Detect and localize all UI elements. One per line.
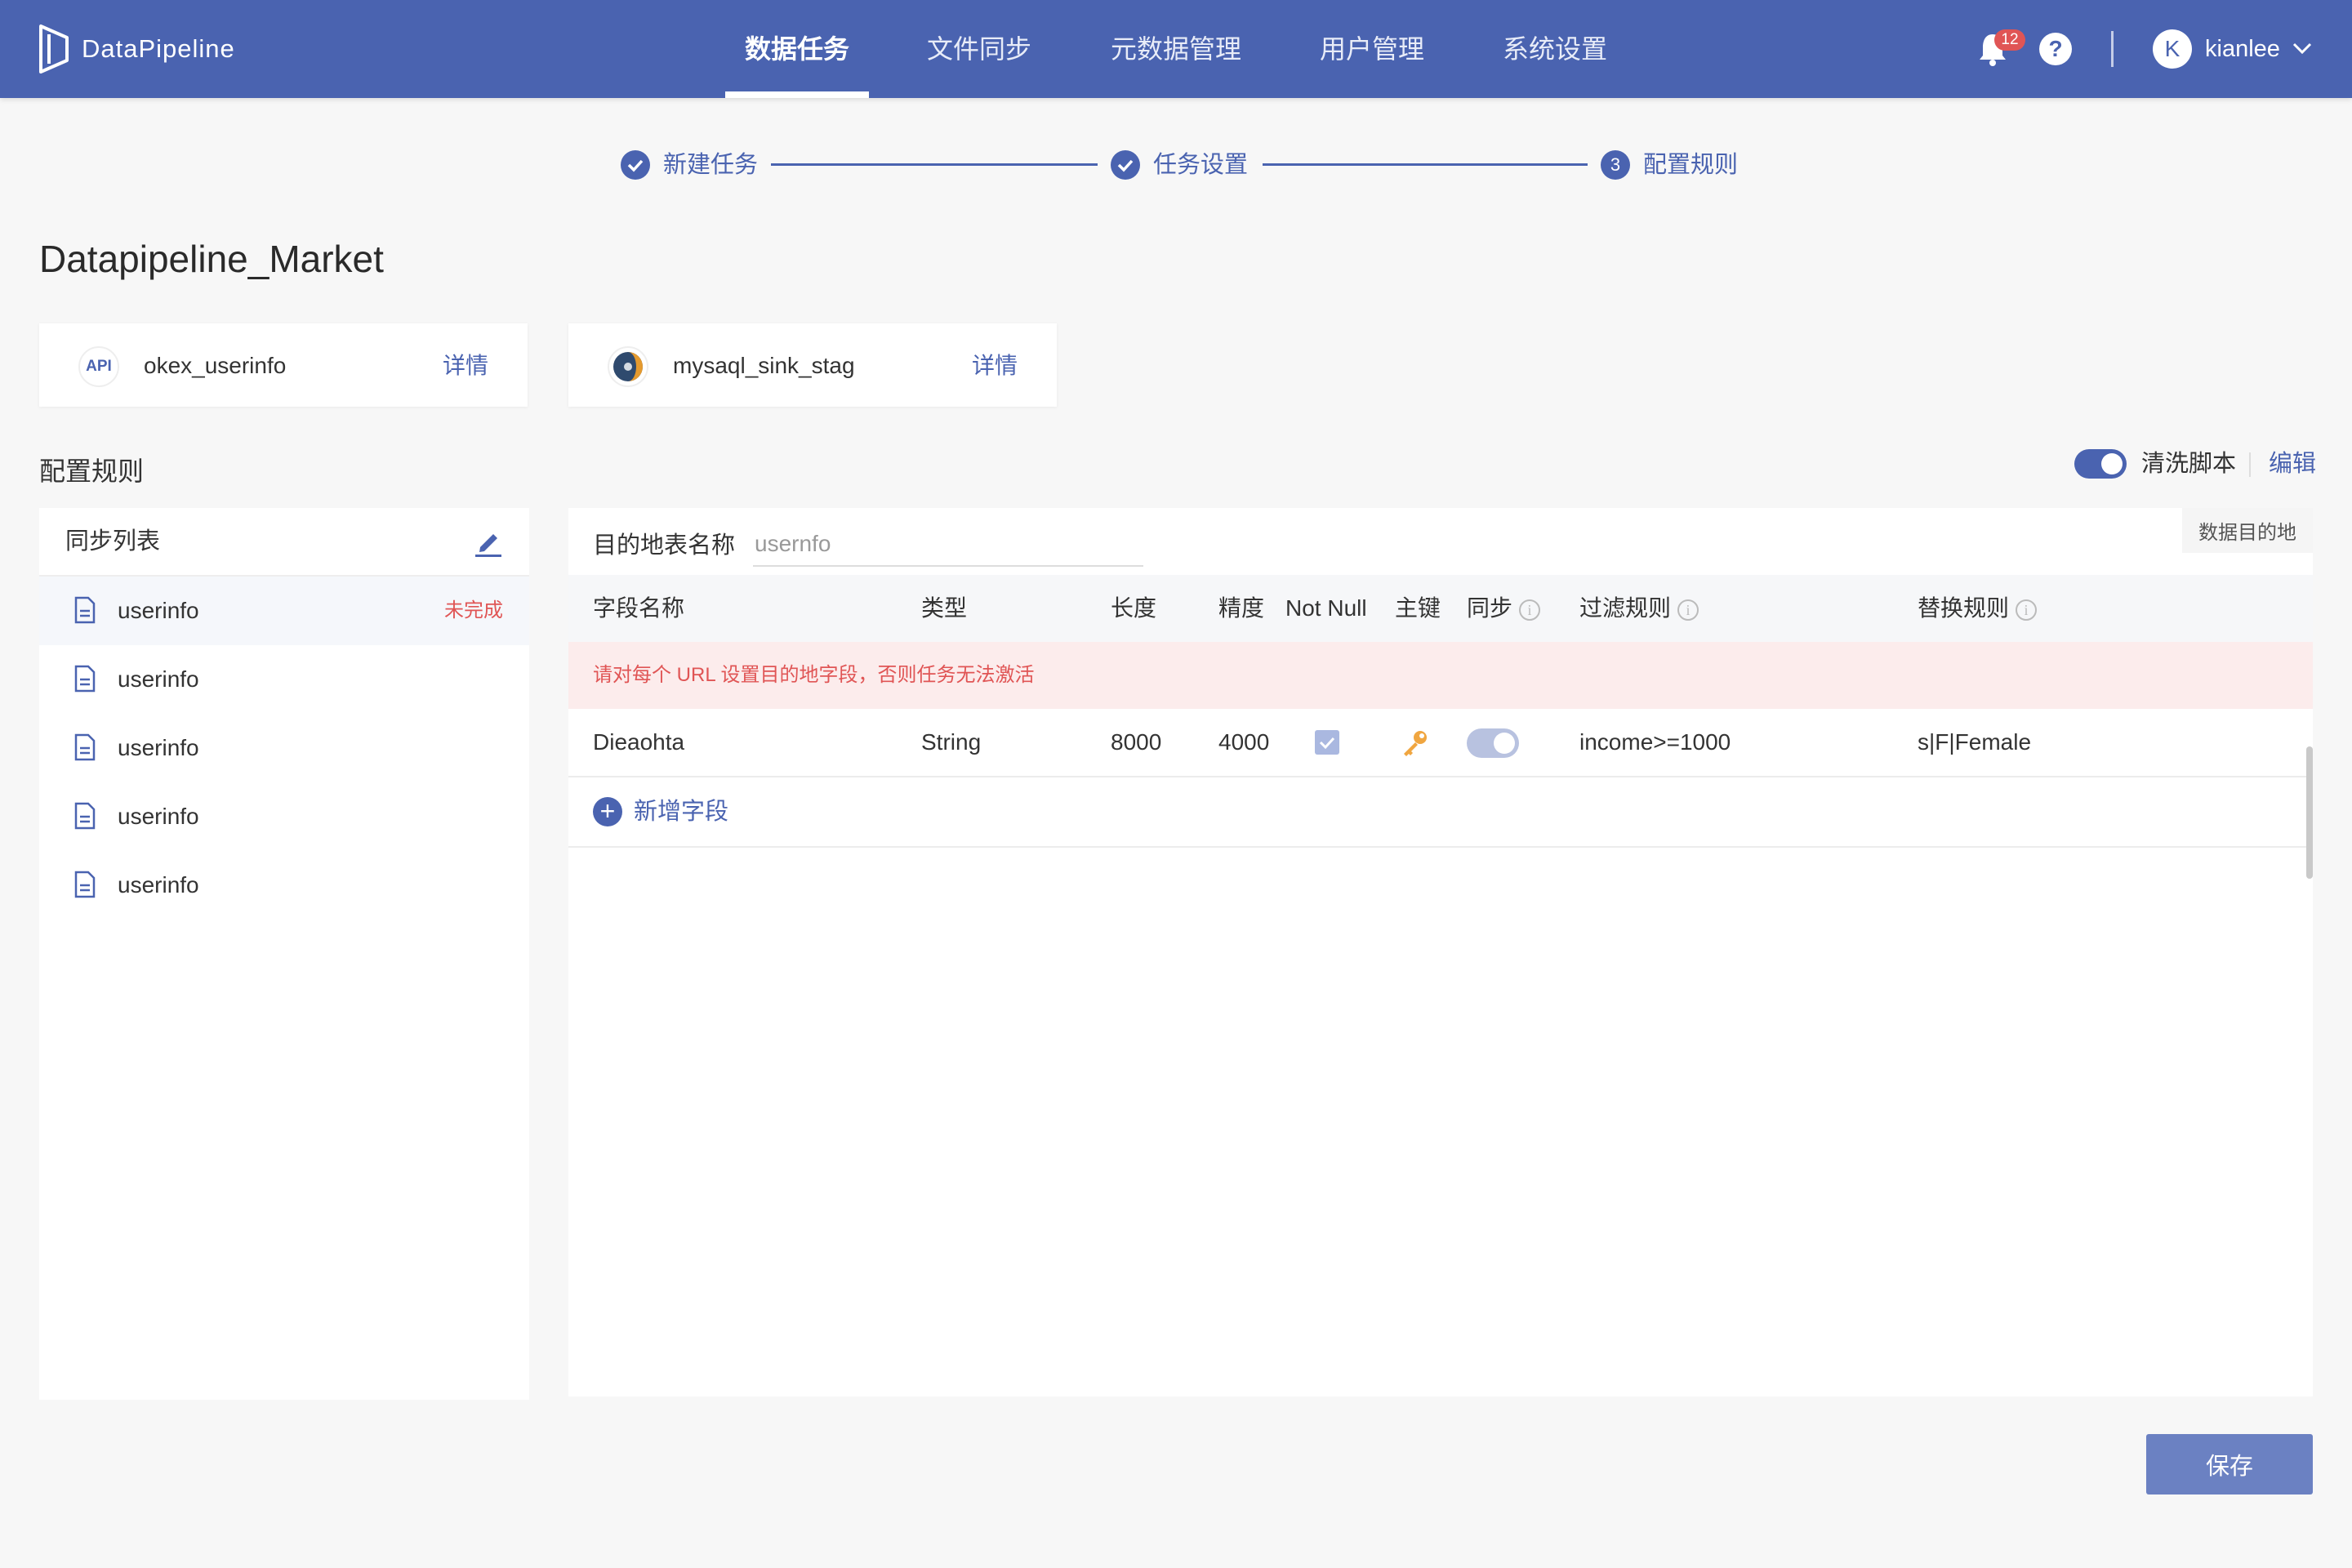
step-number-badge: 3 (1601, 150, 1630, 180)
list-item[interactable]: userinfo (39, 645, 529, 714)
nav-active-indicator (725, 91, 869, 98)
nav-tab-data-tasks[interactable]: 数据任务 (725, 0, 869, 98)
cell-field-name[interactable]: Dieaohta (593, 725, 684, 760)
app-logo[interactable]: DataPipeline (38, 23, 235, 75)
chevron-down-icon[interactable] (2292, 38, 2313, 59)
pencil-icon[interactable] (472, 526, 505, 559)
document-icon (74, 802, 96, 830)
column-header-not-null: Not Null (1285, 595, 1367, 621)
list-item-name: userinfo (118, 666, 199, 692)
key-icon[interactable] (1398, 727, 1431, 760)
notification-badge: 12 (1994, 29, 2025, 51)
table-header: 字段名称 类型 长度 精度 Not Null 主键 同步 i 过滤规则 i 替换规则… (568, 575, 2313, 642)
step-config-rules: 配置规则 (1643, 152, 1739, 178)
plus-circle-icon[interactable]: + (593, 797, 622, 826)
add-field-row: + 新增字段 (568, 777, 2313, 848)
column-header-length: 长度 (1111, 595, 1157, 621)
document-icon (74, 665, 96, 693)
target-table-label: 目的地表名称 (593, 532, 736, 559)
list-item-name: userinfo (118, 872, 199, 898)
field-config-panel: 目的地表名称 数据目的地 字段名称 类型 长度 精度 Not Null 主键 同… (568, 508, 2313, 1396)
help-icon[interactable]: ? (2039, 33, 2072, 65)
status-badge: 未完成 (444, 599, 503, 621)
cell-length[interactable]: 8000 (1111, 725, 1161, 760)
sync-list-title: 同步列表 (65, 528, 161, 555)
column-header-filter-rule: 过滤规则 i (1579, 591, 1699, 626)
step-connector (771, 163, 1098, 166)
sync-list-panel: 同步列表 userinfo 未完成 userinfo userinfo user… (39, 508, 529, 1400)
wash-script-label: 清洗脚本 (2141, 451, 2237, 477)
list-item-name: userinfo (118, 804, 199, 829)
sync-toggle[interactable] (1467, 728, 1519, 758)
nav-tab-file-sync[interactable]: 文件同步 (906, 0, 1052, 98)
column-header-replace-rule: 替换规则 i (1918, 591, 2038, 626)
sync-list-header: 同步列表 (39, 508, 529, 577)
warning-banner: 请对每个 URL 设置目的地字段，否则任务无法激活 (568, 642, 2313, 709)
column-header-primary-key: 主键 (1395, 595, 1441, 621)
mysql-icon (608, 346, 648, 387)
nav-tab-metadata[interactable]: 元数据管理 (1086, 0, 1266, 98)
list-item[interactable]: userinfo (39, 851, 529, 920)
edit-link[interactable]: 编辑 (2269, 448, 2316, 480)
target-table-input[interactable] (753, 523, 1143, 567)
list-item[interactable]: userinfo 未完成 (39, 577, 529, 645)
cell-precision[interactable]: 4000 (1218, 725, 1269, 760)
column-header-sync: 同步 i (1467, 591, 1541, 626)
step-task-settings: 任务设置 (1153, 152, 1249, 178)
wash-script-toggle[interactable] (2074, 449, 2127, 479)
check-circle-icon (621, 150, 650, 180)
source-detail-link[interactable]: 详情 (443, 348, 488, 384)
warning-text: 请对每个 URL 设置目的地字段，否则任务无法激活 (593, 664, 1035, 686)
app-name: DataPipeline (82, 34, 235, 63)
step-new-task: 新建任务 (663, 152, 759, 178)
page-title: Datapipeline_Market (39, 238, 384, 280)
info-icon[interactable]: i (2016, 599, 2038, 621)
table-row: Dieaohta String 8000 4000 income>=1000 s… (568, 709, 2313, 777)
source-name: okex_userinfo (144, 353, 287, 378)
save-button[interactable]: 保存 (2146, 1434, 2313, 1494)
scrollbar[interactable] (2306, 746, 2313, 879)
not-null-checkbox[interactable] (1315, 730, 1339, 755)
destination-tag: 数据目的地 (2182, 508, 2313, 553)
divider (2249, 452, 2251, 477)
cell-filter-rule[interactable]: income>=1000 (1579, 725, 1731, 760)
sink-detail-link[interactable]: 详情 (972, 348, 1018, 384)
info-icon[interactable]: i (1677, 599, 1699, 621)
column-header-field-name: 字段名称 (593, 595, 685, 621)
datapipeline-logo-icon (39, 24, 69, 74)
source-card: API okex_userinfo 详情 (39, 323, 528, 407)
sink-name: mysaql_sink_stag (673, 353, 855, 378)
document-icon (74, 871, 96, 898)
list-item[interactable]: userinfo (39, 714, 529, 782)
section-title: 配置规则 (39, 457, 145, 486)
nav-tab-user-management[interactable]: 用户管理 (1298, 0, 1446, 98)
nav-divider (2111, 31, 2114, 67)
add-field-button[interactable]: 新增字段 (634, 794, 728, 830)
cell-replace-rule[interactable]: s|F|Female (1918, 725, 2031, 760)
list-item-name: userinfo (118, 598, 199, 623)
list-item[interactable]: userinfo (39, 782, 529, 851)
avatar[interactable]: K (2153, 29, 2192, 69)
column-header-type: 类型 (921, 595, 968, 621)
column-header-precision: 精度 (1218, 595, 1265, 621)
sink-card: mysaql_sink_stag 详情 (568, 323, 1057, 407)
info-icon[interactable]: i (1519, 599, 1541, 621)
cell-type[interactable]: String (921, 725, 981, 760)
step-connector (1263, 163, 1588, 166)
check-circle-icon (1111, 150, 1140, 180)
username[interactable]: kianlee (2205, 29, 2280, 69)
document-icon (74, 733, 96, 761)
nav-tab-system-settings[interactable]: 系统设置 (1481, 0, 1628, 98)
list-item-name: userinfo (118, 735, 199, 760)
api-icon: API (78, 346, 119, 387)
document-icon (74, 596, 96, 624)
